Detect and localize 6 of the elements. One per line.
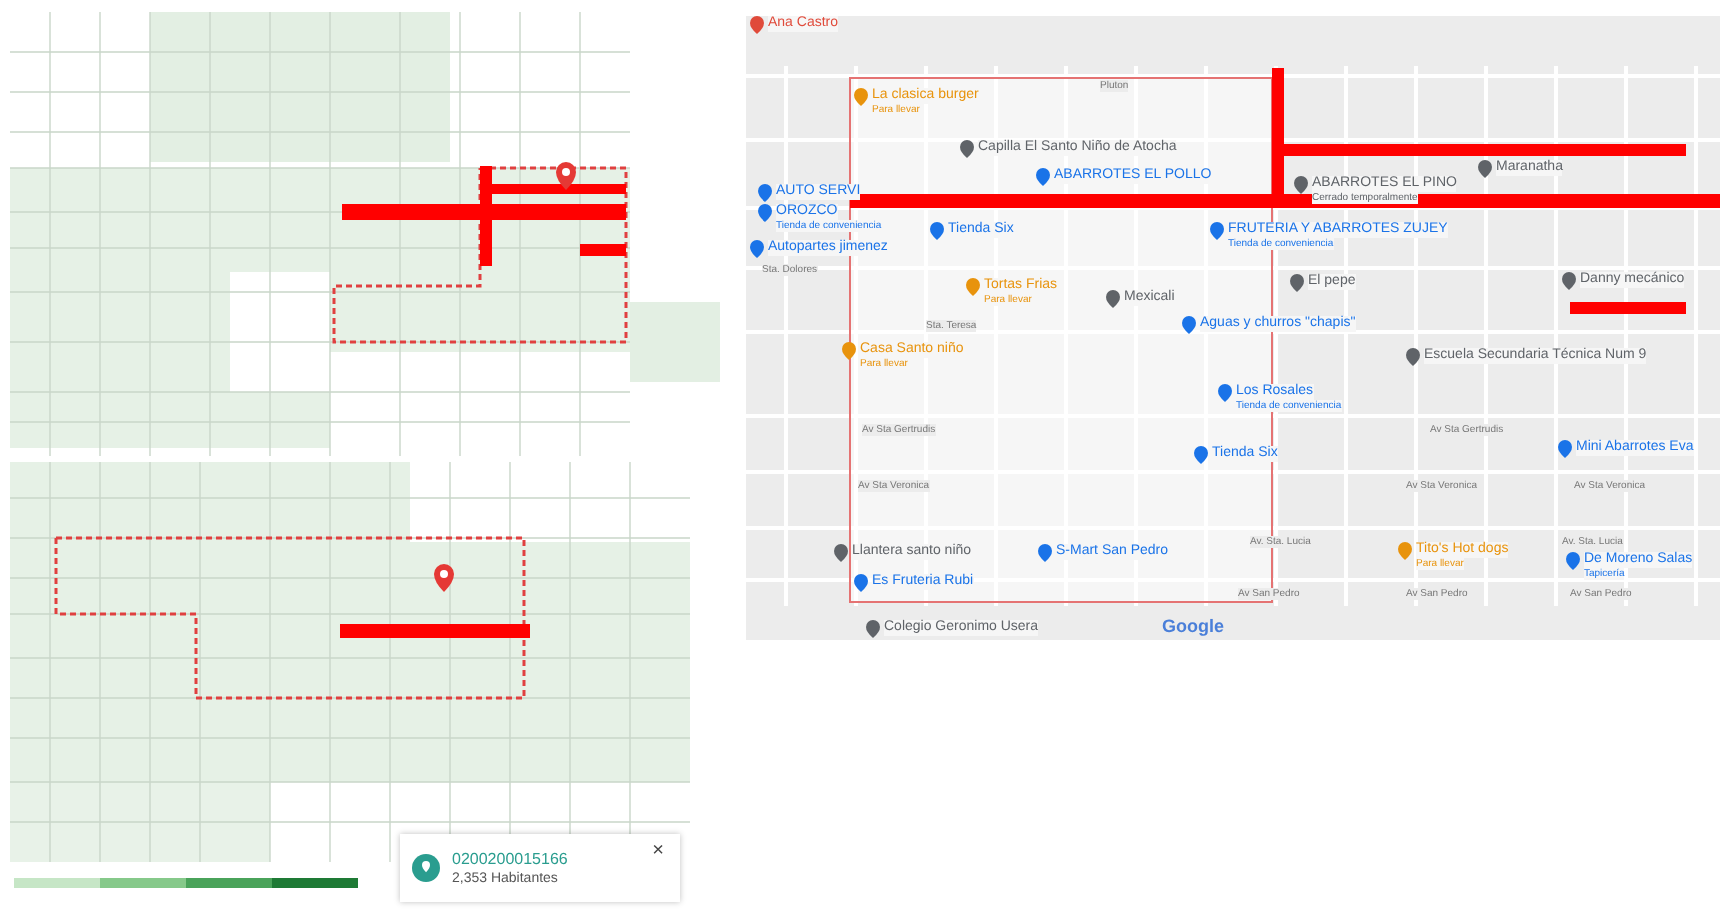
map-logo: Google [1162, 616, 1224, 636]
close-button[interactable]: × [648, 840, 668, 862]
highlight-bar [580, 244, 626, 256]
location-pin-icon [412, 854, 440, 882]
highlight-bar [1570, 302, 1686, 314]
area-code[interactable]: 0200200015166 [452, 850, 637, 868]
